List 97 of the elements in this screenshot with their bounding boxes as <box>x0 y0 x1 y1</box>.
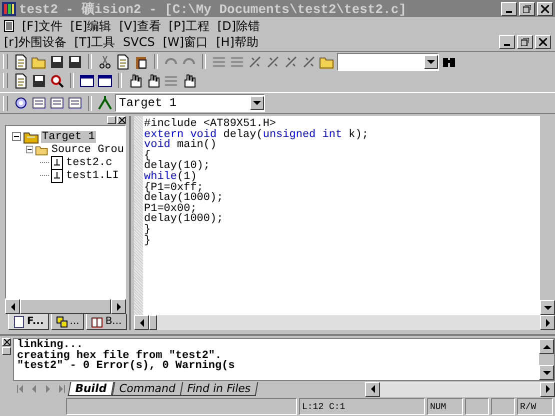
new-file-icon[interactable] <box>13 54 29 70</box>
output-pin-button[interactable] <box>2 347 11 356</box>
file-icon <box>51 156 63 170</box>
menu-item[interactable]: [H]帮助 <box>216 34 258 50</box>
menu-item[interactable]: [F]文件 <box>22 18 62 34</box>
scroll-thumb[interactable] <box>20 299 111 314</box>
code-line: #include <AT89X51.H> <box>144 119 276 130</box>
status-panel <box>465 398 489 415</box>
scissors-icon[interactable] <box>97 54 113 70</box>
window-icon[interactable] <box>79 72 95 88</box>
menu-item[interactable]: [r]外围设备 <box>4 34 66 50</box>
panel-tab[interactable]: ... <box>50 314 84 330</box>
target-folder-icon <box>23 130 39 144</box>
menu-item[interactable]: [V]查看 <box>119 18 161 34</box>
menu-item[interactable]: SVCS <box>123 35 155 49</box>
first-arrow-icon <box>17 385 23 394</box>
save-icon[interactable] <box>49 54 65 70</box>
output-line: creating hex file from "test2". <box>17 350 222 362</box>
cursor-position: L:12 C:1 <box>299 398 425 415</box>
tree-item[interactable]: Target 1 <box>41 130 96 142</box>
minimize-icon <box>504 44 510 46</box>
left-arrow-icon <box>10 302 14 311</box>
document-icon <box>4 20 14 32</box>
output-line: "test2" - 0 Error(s), 0 Warning(s <box>17 361 236 372</box>
close-icon <box>4 339 10 346</box>
minimize-button[interactable] <box>501 2 517 16</box>
close-icon <box>118 117 124 123</box>
right-arrow-icon <box>546 385 550 394</box>
close-icon <box>539 38 547 46</box>
menu-item[interactable]: [D]除错 <box>217 18 260 34</box>
code-line: extern void delay(unsigned int k); <box>144 130 370 140</box>
num-lock-indicator: NUM <box>427 398 463 415</box>
minimize-button[interactable] <box>499 35 515 49</box>
tree-item[interactable]: test1.LI <box>65 170 120 182</box>
output-tab[interactable]: Build <box>68 382 114 396</box>
horizontal-scrollbar[interactable] <box>134 315 555 330</box>
panel-close-button[interactable] <box>117 116 126 124</box>
restore-icon <box>523 4 531 12</box>
left-arrow-icon <box>370 385 374 394</box>
code-line: delay(1000); <box>144 193 224 204</box>
horizontal-scrollbar[interactable] <box>5 299 126 314</box>
restore-icon <box>521 38 529 46</box>
minimize-icon <box>506 10 512 12</box>
collapse-toggle-icon[interactable] <box>26 145 34 154</box>
panel-tab[interactable]: B... <box>86 314 127 330</box>
panel-tab[interactable]: F... <box>8 314 49 330</box>
code-line: {P1=0xff; <box>144 182 204 194</box>
code-editor[interactable]: #include <AT89X51.H> extern void delay(unsigned int k); void main() { delay(10); while(1) {P1=0xff; delay(1000); P1=0x00; delay(1000); } } <box>143 116 540 316</box>
output-tab[interactable]: Command <box>111 382 182 396</box>
menu-item[interactable]: [W]窗口 <box>162 34 208 50</box>
menu-item[interactable]: [T]工具 <box>74 34 115 50</box>
window-title: test2 - 礦ision2 - [C:\My Documents\test2\test2.c] <box>19 0 406 18</box>
code-line: delay(1000); <box>144 214 224 225</box>
panel-pin-button[interactable] <box>107 116 116 124</box>
code-line: } <box>144 224 152 236</box>
dropdown-arrow-icon <box>427 60 435 64</box>
code-line: while(1) <box>144 172 197 183</box>
vertical-scrollbar[interactable] <box>539 339 554 380</box>
code-line: } <box>144 236 152 246</box>
output-close-button[interactable] <box>2 338 11 346</box>
magnifier-icon[interactable] <box>49 72 65 88</box>
left-arrow-icon <box>140 318 144 327</box>
output-line: linking... <box>17 340 84 351</box>
code-line: void main() <box>144 140 218 151</box>
scroll-thumb[interactable] <box>149 315 157 330</box>
app-icon <box>2 2 16 16</box>
code-line: P1=0x00; <box>144 204 197 214</box>
right-arrow-icon <box>116 302 120 311</box>
close-icon <box>541 4 549 12</box>
menu-item[interactable]: [E]编辑 <box>70 18 112 34</box>
collapse-toggle-icon[interactable] <box>12 132 21 141</box>
code-line: delay(10); <box>144 161 212 172</box>
close-button[interactable] <box>537 2 553 16</box>
right-arrow-icon <box>46 385 50 394</box>
file-icon <box>51 168 63 182</box>
tree-item[interactable]: test2.c <box>65 156 114 168</box>
restore-button[interactable] <box>519 2 535 16</box>
target-combo[interactable]: Target 1 <box>115 94 265 112</box>
menu-item[interactable]: [P]工程 <box>168 18 210 34</box>
status-panel <box>491 398 515 415</box>
output-tab[interactable]: Find in Files <box>180 382 258 396</box>
right-arrow-icon <box>546 318 550 327</box>
down-arrow-icon <box>542 370 550 375</box>
left-arrow-icon <box>32 385 36 394</box>
code-line: { <box>144 150 151 162</box>
horizontal-scrollbar[interactable] <box>365 382 555 397</box>
close-button[interactable] <box>535 35 551 49</box>
read-write-indicator: R/W <box>517 398 553 415</box>
save-all-icon[interactable] <box>67 54 83 70</box>
last-arrow-icon <box>59 385 65 394</box>
dropdown-arrow-icon <box>253 101 261 105</box>
tree-item[interactable]: Source Grou <box>50 144 125 156</box>
down-arrow-icon <box>544 306 552 310</box>
find-combo[interactable] <box>337 52 439 70</box>
up-arrow-icon <box>542 344 550 349</box>
copy-icon[interactable] <box>115 54 131 70</box>
restore-button[interactable] <box>517 35 533 49</box>
